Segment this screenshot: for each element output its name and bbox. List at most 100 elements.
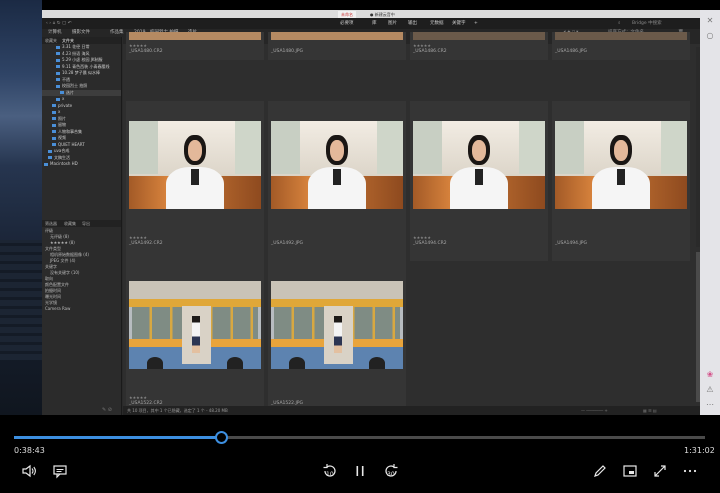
thumbnail-card[interactable]: ★★★★★ _USA1480.CR2 [126, 32, 264, 60]
more-icon[interactable]: ⋯ [700, 400, 720, 409]
view-mode-icon[interactable]: ▦ ☰ ▤ [643, 406, 657, 415]
rating-stars[interactable]: ★★★★★ [413, 43, 431, 48]
filter-item[interactable]: Camera Raw [45, 306, 121, 312]
file-name: _USA1492.JPG [271, 241, 303, 246]
volume-icon[interactable] [20, 463, 38, 481]
right-edge-panel: ✕ ○ ❀ ⚠ ⋯ [700, 10, 720, 415]
folder-icon [44, 162, 48, 166]
photo-thumbnail[interactable] [413, 32, 545, 40]
folder-icon [52, 143, 56, 146]
rating-stars[interactable]: ★★★★★ [129, 43, 147, 48]
video-player-controls: 0:38:43 1:31:02 10 30 [0, 415, 720, 493]
mini-view-icon[interactable] [621, 463, 639, 481]
workspace-tab-3[interactable]: 输出 [408, 18, 417, 29]
folder-label: uva合成 [54, 148, 70, 153]
seek-progress [14, 436, 222, 439]
folder-icon [56, 97, 60, 101]
folder-icon [56, 45, 60, 49]
workspace-tab-0[interactable]: 必要项 [340, 18, 354, 29]
thumbnail-card[interactable]: ★★★★★ _USA1494.CR2 [410, 101, 548, 261]
folder-label: x [58, 109, 61, 114]
thumbnail-card[interactable]: _USA1494.JPG [552, 101, 690, 261]
file-name: _USA1486.JPG [555, 49, 587, 54]
folder-icon [48, 156, 52, 159]
content-panel: 内容 ★★★★★_USA1480.CR2_USA1480.JPG★★★★★_US… [123, 32, 700, 415]
nav-arrows-icon[interactable]: ‹ › ⌂ ↻ ▢ ↶ [46, 18, 71, 29]
close-icon[interactable]: ✕ [700, 16, 720, 25]
flower-icon: ❀ [706, 370, 714, 379]
thumbnail-card[interactable]: ★★★★★ _USA1486.CR2 [410, 32, 548, 60]
breadcrumb-item[interactable]: 计算机 [48, 29, 62, 37]
tab-folders[interactable]: 文件夹 [62, 37, 74, 44]
thumbnail-card[interactable]: ★★★★★ _USA1522.CR2 [126, 261, 264, 415]
seek-bar[interactable] [14, 431, 705, 444]
folder-label: 4.23 纷语 海风 [62, 50, 90, 56]
folder-label: 人物和事合集 [58, 128, 82, 134]
photo-thumbnail[interactable] [129, 121, 261, 209]
file-name: _USA1486.CR2 [413, 49, 447, 54]
elapsed-time: 0:38:43 [14, 446, 45, 455]
folder-label: 视频 [58, 135, 66, 140]
folder-icon [56, 52, 60, 55]
breadcrumb-item[interactable]: 摄影文件 [72, 29, 90, 37]
fullscreen-icon[interactable] [651, 463, 669, 481]
tab-export[interactable]: 导出 [82, 220, 90, 227]
workspace-tab-5[interactable]: 关键字 [452, 18, 466, 29]
scrollbar-track[interactable] [696, 47, 700, 247]
workspace-tab-add[interactable]: + [474, 18, 478, 29]
seek-handle[interactable] [215, 431, 229, 444]
folder-tree: 3.31 花径 日常 4.23 纷语 海风 5.29 小虚 校园 JK制服 9.11 … [42, 44, 121, 168]
photo-thumbnail[interactable] [271, 32, 403, 40]
screen: ✕ ○ ❀ ⚠ ⋯ 未命名 ● 新建云音中 ‹ › ⌂ ↻ ▢ ↶ 必要项 库 … [0, 0, 720, 493]
bridge-window: 未命名 ● 新建云音中 ‹ › ⌂ ↻ ▢ ↶ 必要项 库 图片 输出 元数据 … [42, 10, 700, 415]
subtitles-icon[interactable] [51, 463, 69, 481]
folder-label: 照片 [58, 115, 66, 121]
workspace-tab-2[interactable]: 图片 [388, 18, 397, 29]
workspace-tab-1[interactable]: 库 [372, 18, 377, 29]
photo-thumbnail[interactable] [413, 121, 545, 209]
photo-thumbnail[interactable] [555, 32, 687, 40]
folder-icon [56, 71, 60, 75]
tab-favorites[interactable]: 收藏夹 [45, 37, 57, 44]
file-name: _USA1492.CR2 [129, 241, 163, 246]
desktop-wallpaper [0, 0, 42, 415]
filter-options-icon[interactable]: ✎ ⊘ [102, 407, 112, 413]
more-options-icon[interactable] [681, 463, 699, 481]
rating-stars[interactable]: ★★★★★ [129, 395, 147, 400]
folder-icon [48, 149, 52, 153]
zoom-slider-icon[interactable]: — ─────── + [581, 406, 608, 415]
warning-icon: ⚠ [706, 385, 714, 394]
folder-icon [52, 110, 56, 114]
edit-pen-icon[interactable] [591, 463, 609, 481]
breadcrumb-item[interactable]: 作品集 [110, 29, 124, 37]
minimize-icon[interactable]: ○ [700, 31, 720, 40]
thumbnail-card[interactable]: _USA1480.JPG [268, 32, 406, 60]
photo-thumbnail[interactable] [555, 121, 687, 209]
search-input[interactable]: Bridge 中搜索 [632, 18, 662, 29]
thumbnail-card[interactable]: _USA1492.JPG [268, 101, 406, 261]
folder-icon [56, 58, 60, 62]
thumbnail-card[interactable]: _USA1486.JPG [552, 32, 690, 60]
workspace-tab-4[interactable]: 元数据 [430, 18, 444, 29]
folder-label: 3.31 花径 日常 [62, 44, 90, 49]
folder-label: 10.28 梦子晨 似水棒 [62, 70, 100, 75]
title-bar: 未命名 ● 新建云音中 [42, 10, 700, 19]
rating-stars[interactable]: ★★★★★ [129, 235, 147, 240]
thumbnail-card[interactable]: ★★★★★ _USA1492.CR2 [126, 101, 264, 261]
thumbnail-card[interactable]: _USA1522.JPG [268, 261, 406, 415]
skip-back-label: 10 [326, 471, 334, 478]
tab-filter[interactable]: 筛选器 [45, 220, 57, 227]
scrollbar-thumb[interactable] [696, 252, 700, 402]
status-bar: 共 10 项目，其中 1 个已隐藏，选定了 1 个 - 48.20 MB — ─… [123, 406, 700, 415]
rating-stars[interactable]: ★★★★★ [413, 235, 431, 240]
folder-item[interactable]: Macintosh HD [42, 161, 121, 168]
tab-collections[interactable]: 收藏集 [64, 220, 76, 227]
pause-icon[interactable] [351, 463, 369, 481]
folder-label: 选片 [66, 89, 74, 95]
photo-thumbnail[interactable] [129, 281, 261, 369]
folder-label: 9.11 青色西装 小青春腰线 [62, 63, 110, 69]
folder-label: x [62, 96, 65, 101]
photo-thumbnail[interactable] [271, 121, 403, 209]
photo-thumbnail[interactable] [129, 32, 261, 40]
photo-thumbnail[interactable] [271, 281, 403, 369]
